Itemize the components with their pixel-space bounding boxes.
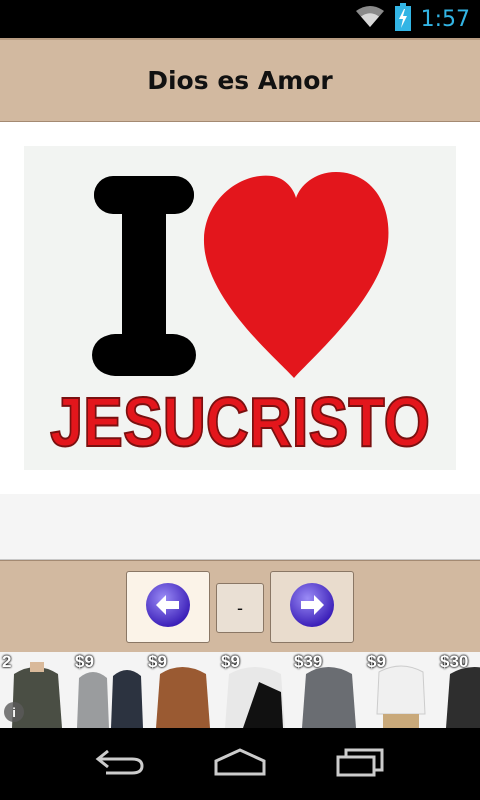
previous-button[interactable] xyxy=(126,571,210,643)
app-header: Dios es Amor xyxy=(0,38,480,122)
arrow-right-icon xyxy=(289,582,335,633)
arrow-left-icon xyxy=(145,582,191,633)
ad-item[interactable]: $9 xyxy=(365,652,438,728)
heart-icon xyxy=(203,172,389,378)
page-title: Dios es Amor xyxy=(147,66,333,95)
navigation-bar: - xyxy=(0,560,480,652)
letter-i: I xyxy=(24,146,196,376)
battery-charging-icon xyxy=(394,2,411,36)
content-spacer xyxy=(0,494,480,560)
status-bar: 1:57 xyxy=(0,0,480,38)
ad-banner[interactable]: 2 i $9 $9 $9 $39 $9 $30 xyxy=(0,652,480,728)
recents-button[interactable] xyxy=(328,742,392,786)
home-button[interactable] xyxy=(208,742,272,786)
ad-price: 2 xyxy=(2,652,12,671)
ad-price: $9 xyxy=(148,652,167,671)
word-jesucristo: JESUCRISTO xyxy=(50,383,430,461)
ad-price: $9 xyxy=(221,652,240,671)
letter-i-text: I xyxy=(24,146,25,147)
back-icon xyxy=(94,747,146,782)
ad-price: $30 xyxy=(440,652,469,671)
page-indicator: - xyxy=(216,583,264,633)
main-image[interactable]: I JESUCRISTO xyxy=(24,146,456,470)
status-clock: 1:57 xyxy=(420,6,470,32)
ad-item[interactable]: 2 i xyxy=(0,652,73,728)
ad-price: $39 xyxy=(294,652,323,671)
system-navigation-bar xyxy=(0,728,480,800)
ad-item[interactable]: $9 xyxy=(146,652,219,728)
back-button[interactable] xyxy=(88,742,152,786)
next-button[interactable] xyxy=(270,571,354,643)
recents-icon xyxy=(334,747,386,782)
ad-price: $9 xyxy=(367,652,386,671)
ad-item[interactable]: $9 xyxy=(219,652,292,728)
ad-item[interactable]: $9 xyxy=(73,652,146,728)
ad-item[interactable]: $30 xyxy=(438,652,480,728)
ad-item[interactable]: $39 xyxy=(292,652,365,728)
home-icon xyxy=(212,747,268,782)
main-content: I JESUCRISTO xyxy=(0,122,480,560)
ad-price: $9 xyxy=(75,652,94,671)
info-icon[interactable]: i xyxy=(4,702,24,722)
status-icons: 1:57 xyxy=(355,2,470,36)
wifi-icon xyxy=(355,5,385,34)
